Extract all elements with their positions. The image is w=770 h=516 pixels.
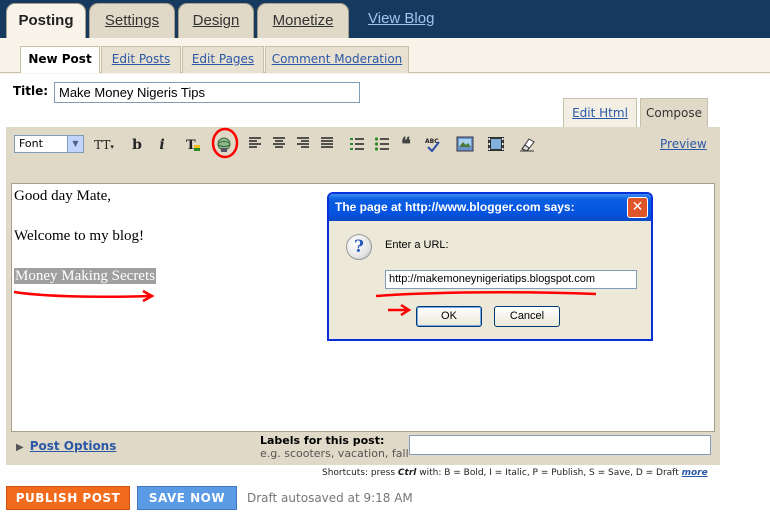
remove-formatting-icon[interactable]	[517, 136, 537, 154]
spellcheck-icon[interactable]: ABC	[424, 136, 442, 154]
numbered-list-icon[interactable]	[349, 136, 365, 154]
shortcuts-key: Ctrl	[397, 468, 417, 478]
dialog-titlebar[interactable]: The page at http://www.blogger.com says:…	[329, 194, 651, 221]
link-icon[interactable]	[214, 136, 234, 154]
shortcuts-hint: Shortcuts: press Ctrl with: B = Bold, I …	[322, 468, 708, 478]
title-input[interactable]: Make Money Nigeris Tips	[54, 82, 360, 103]
url-prompt-dialog: The page at http://www.blogger.com says:…	[327, 192, 653, 341]
url-input[interactable]: http://makemoneynigeriatips.blogspot.com	[385, 270, 637, 289]
image-icon[interactable]	[455, 136, 475, 154]
align-right-icon[interactable]	[295, 136, 311, 154]
cancel-button[interactable]: Cancel	[494, 306, 560, 327]
font-select-value: Font	[19, 137, 43, 150]
dialog-title: The page at http://www.blogger.com says:	[335, 200, 575, 214]
labels-hint: e.g. scooters, vacation, fall	[260, 447, 409, 460]
subtab-comment-moderation[interactable]: Comment Moderation	[265, 46, 409, 73]
bold-icon[interactable]: b	[130, 136, 144, 154]
dialog-prompt-label: Enter a URL:	[385, 239, 449, 251]
justify-icon[interactable]	[319, 136, 335, 154]
preview-link[interactable]: Preview	[660, 137, 707, 151]
ok-button[interactable]: OK	[416, 306, 482, 327]
publish-post-button[interactable]: PUBLISH POST	[6, 486, 130, 510]
font-size-icon[interactable]: TT▾	[92, 136, 116, 154]
font-size-glyph: TT	[94, 138, 111, 152]
autosave-status: Draft autosaved at 9:18 AM	[247, 491, 413, 505]
subtab-edit-posts[interactable]: Edit Posts	[101, 46, 181, 73]
body-line-greeting: Good day Mate,	[14, 188, 112, 204]
post-options-label: Post Options	[29, 439, 117, 453]
tab-settings[interactable]: Settings	[89, 3, 175, 38]
bullet-list-icon[interactable]	[374, 136, 390, 154]
save-now-button[interactable]: SAVE NOW	[137, 486, 237, 510]
view-blog-link[interactable]: View Blog	[368, 10, 434, 27]
body-line-welcome: Welcome to my blog!	[14, 228, 145, 244]
blockquote-icon[interactable]: ❝	[398, 136, 414, 154]
align-center-icon[interactable]	[271, 136, 287, 154]
tab-monetize-label: Monetize	[272, 12, 334, 29]
tab-monetize[interactable]: Monetize	[257, 3, 349, 38]
chevron-down-icon: ▼	[67, 136, 83, 152]
post-options-toggle[interactable]: ▶ Post Options	[16, 439, 116, 453]
font-select[interactable]: Font ▼	[14, 135, 84, 153]
video-icon[interactable]	[486, 136, 506, 154]
labels-input[interactable]	[409, 435, 711, 455]
align-left-icon[interactable]	[247, 136, 263, 154]
text-color-icon[interactable]: T	[184, 136, 202, 154]
tab-posting[interactable]: Posting	[6, 3, 86, 39]
subtab-edit-pages[interactable]: Edit Pages	[182, 46, 264, 73]
tab-design[interactable]: Design	[178, 3, 254, 38]
tab-design-label: Design	[192, 12, 240, 29]
labels-label: Labels for this post:	[260, 434, 385, 447]
shortcuts-text: with: B = Bold, I = Italic, P = Publish,…	[419, 468, 679, 478]
body-line-selected: Money Making Secrets	[14, 268, 156, 285]
subtab-new-post[interactable]: New Post	[20, 46, 100, 73]
tab-compose[interactable]: Compose	[640, 98, 708, 128]
shortcuts-more-link[interactable]: more	[682, 468, 708, 478]
tab-posting-label: Posting	[18, 12, 74, 29]
shortcuts-prefix: Shortcuts: press	[322, 468, 396, 478]
question-icon: ?	[346, 234, 372, 260]
tab-edit-html[interactable]: Edit Html	[563, 98, 637, 128]
title-label: Title:	[13, 84, 49, 98]
close-icon[interactable]: ✕	[627, 197, 648, 218]
triangle-right-icon: ▶	[16, 442, 24, 453]
italic-icon[interactable]: i	[155, 136, 169, 154]
selected-text: Money Making Secrets	[14, 268, 156, 284]
tab-settings-label: Settings	[104, 12, 160, 29]
